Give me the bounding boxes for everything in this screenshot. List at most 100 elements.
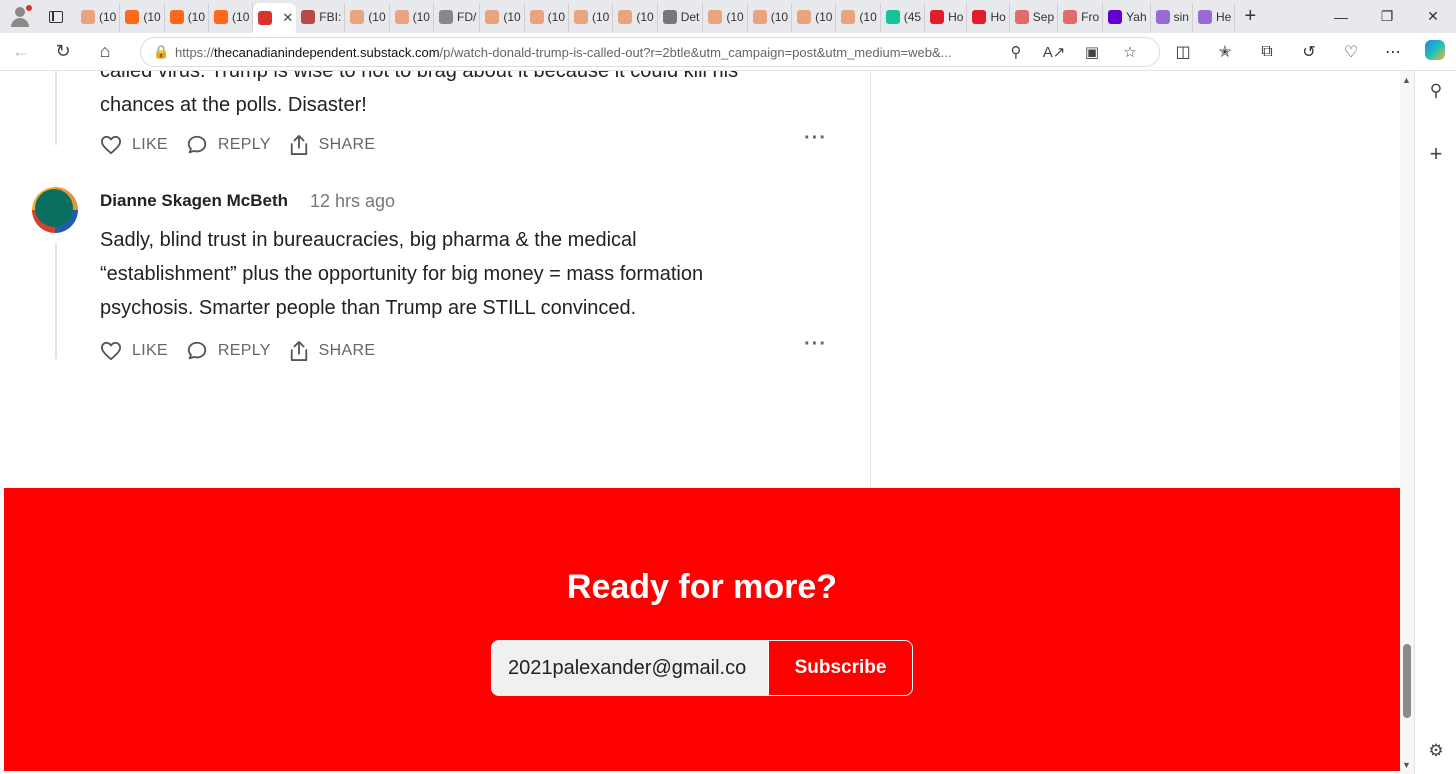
tab-favicon-icon [394,9,409,24]
avatar[interactable] [32,187,78,233]
browser-tab[interactable]: (10 [792,2,837,31]
copilot-button[interactable] [1414,39,1456,65]
browser-tab[interactable]: He [1193,2,1236,31]
tab-favicon-icon [618,9,633,24]
tab-favicon-icon [708,9,723,24]
new-tab-button[interactable]: + [1235,5,1265,28]
share-button[interactable]: SHARE [289,340,376,362]
tab-label: (45 [903,9,922,24]
browser-tab[interactable]: (10 [390,2,434,31]
back-button[interactable]: ← [0,33,42,71]
heart-icon [101,341,121,361]
close-tab-icon[interactable]: ✕ [282,10,293,26]
browser-tab[interactable]: Ho [967,2,1010,31]
browser-tab[interactable]: (10 [120,2,165,31]
immersive-reader-icon[interactable]: ▣ [1073,43,1111,61]
page-viewport: called virus. Trump is wise to not to br… [4,71,1400,771]
like-button[interactable]: LIKE [100,341,168,361]
share-button[interactable]: SHARE [289,134,376,156]
browser-tab[interactable]: (10 [703,2,748,31]
profile-button[interactable] [0,0,36,33]
browser-tab[interactable]: Det [658,2,704,31]
favorite-star-icon[interactable]: ☆ [1111,43,1149,61]
browser-essentials-icon[interactable]: ♡ [1330,42,1372,62]
home-button[interactable]: ⌂ [84,33,126,71]
tab-favicon-icon [169,9,184,24]
browser-tab[interactable]: (10 [836,2,881,31]
comments-section: called virus. Trump is wise to not to br… [4,71,871,488]
browser-tab[interactable]: (45 [881,2,926,31]
thread-line [55,71,57,145]
more-options-icon[interactable]: ··· [804,127,827,150]
browser-tab[interactable]: Yah [1103,2,1151,31]
scroll-down-icon[interactable]: ▼ [1402,760,1411,770]
collections-icon[interactable]: ⧉ [1246,43,1288,61]
tab-actions-button[interactable] [36,0,76,33]
comment-actions: LIKE REPLY SHARE [100,338,393,364]
lock-icon[interactable]: 🔒 [153,44,175,60]
comment-author[interactable]: Dianne Skagen McBeth [100,191,288,211]
refresh-button[interactable]: ↻ [42,33,84,71]
browser-tab[interactable]: Fro [1058,2,1104,31]
read-aloud-icon[interactable]: A↗ [1035,43,1073,61]
copilot-icon [1425,39,1445,60]
comment-timestamp[interactable]: 12 hrs ago [310,191,395,212]
reply-button[interactable]: REPLY [186,340,271,362]
favorites-icon[interactable]: ✭ [1204,42,1246,62]
search-icon[interactable]: ⚲ [1415,81,1456,101]
tab-label: (10 [143,9,161,24]
window-controls: — ❐ ✕ [1318,0,1456,33]
history-icon[interactable]: ↺ [1288,42,1330,62]
browser-tab[interactable]: (10 [569,2,614,31]
like-button[interactable]: LIKE [100,135,168,155]
tab-list: (10 (10 (10 (10 ✕ FBI: (10 (10 FD/ (10 (10 (10 (10 De… [76,0,1236,33]
tab-label: (10 [232,9,250,24]
browser-tab[interactable]: (10 [748,2,793,31]
browser-tab[interactable]: sin [1151,2,1193,31]
browser-tab[interactable]: ✕ [253,3,297,33]
browser-tab[interactable]: (10 [209,2,254,31]
tab-strip: (10 (10 (10 (10 ✕ FBI: (10 (10 FD/ (10 (10 (10 (10 De… [0,0,1456,33]
settings-gear-icon[interactable]: ⚙ [1415,741,1456,761]
browser-tab[interactable]: (10 [345,2,390,31]
browser-tab[interactable]: (10 [165,2,210,31]
more-menu-icon[interactable]: ⋯ [1372,42,1414,62]
comment-actions: LIKE REPLY SHARE [100,132,393,158]
browser-tab[interactable]: FBI: [296,2,346,31]
browser-tab[interactable]: (10 [480,2,525,31]
share-icon [290,340,307,361]
subscribe-button[interactable]: Subscribe [768,640,913,696]
tab-favicon-icon [574,9,589,24]
tab-label: Ho [990,9,1006,24]
restore-icon[interactable]: ❐ [1364,0,1410,33]
add-icon[interactable]: + [1415,141,1456,167]
notification-dot [26,5,32,11]
close-icon[interactable]: ✕ [1410,0,1456,33]
url-text[interactable]: https://thecanadianindependent.substack.… [175,45,995,60]
split-screen-icon[interactable]: ◫ [1162,42,1204,62]
minimize-icon[interactable]: — [1318,0,1364,33]
browser-tab[interactable]: (10 [76,2,121,31]
scrollbar-thumb[interactable] [1403,644,1411,718]
tab-label: (10 [859,9,877,24]
comment-text: Sadly, blind trust in bureaucracies, big… [100,229,704,319]
browser-tab[interactable]: Ho [925,2,968,31]
browser-tab[interactable]: (10 [613,2,658,31]
scroll-up-icon[interactable]: ▲ [1402,75,1411,85]
cta-title: Ready for more? [566,568,838,606]
browser-tab[interactable]: FD/ [434,2,481,31]
browser-tab[interactable]: Sep [1010,2,1059,31]
tab-favicon-icon [258,11,273,25]
tab-favicon-icon [1108,9,1123,24]
browser-tab[interactable]: (10 [525,2,570,31]
tab-favicon-icon [214,9,229,24]
tab-favicon-icon [1197,9,1212,24]
address-bar[interactable]: 🔒 https://thecanadianindependent.substac… [140,37,1160,67]
email-input[interactable] [491,640,769,696]
reply-button[interactable]: REPLY [186,134,271,156]
page-scrollbar[interactable]: ▲ ▼ [1400,71,1414,774]
zoom-icon[interactable]: ⚲ [997,43,1035,61]
tab-label: Sep [1032,9,1055,24]
more-options-icon[interactable]: ··· [804,333,827,356]
tab-label: FD/ [456,9,477,24]
